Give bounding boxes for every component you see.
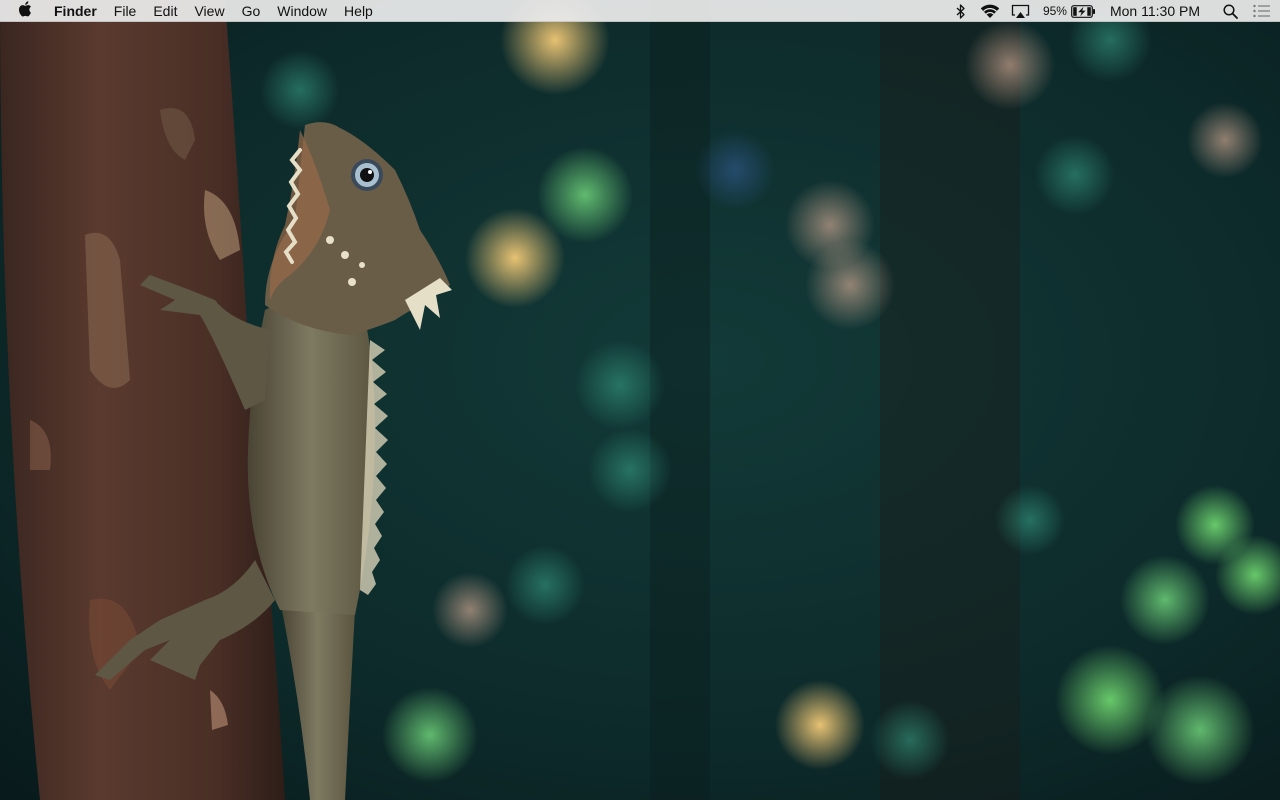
menu-app-name[interactable]: Finder bbox=[42, 0, 105, 22]
menu-edit[interactable]: Edit bbox=[145, 0, 186, 22]
wifi-menu[interactable] bbox=[973, 0, 1007, 22]
desktop[interactable]: Finder File Edit View Go Window Help 95%… bbox=[0, 0, 1280, 800]
menu-view[interactable]: View bbox=[186, 0, 233, 22]
battery-menu[interactable]: 95% bbox=[1035, 0, 1102, 22]
notification-center-button[interactable] bbox=[1244, 0, 1280, 22]
spotlight-button[interactable] bbox=[1216, 0, 1244, 22]
menu-file[interactable]: File bbox=[105, 0, 145, 22]
bluetooth-icon bbox=[956, 3, 966, 19]
menu-window[interactable]: Window bbox=[269, 0, 336, 22]
menu-go[interactable]: Go bbox=[233, 0, 269, 22]
menu-bar: Finder File Edit View Go Window Help 95%… bbox=[0, 0, 1280, 22]
airplay-menu[interactable] bbox=[1007, 0, 1035, 22]
apple-menu-button[interactable] bbox=[0, 0, 42, 22]
search-icon bbox=[1222, 3, 1238, 19]
airplay-icon bbox=[1011, 4, 1030, 19]
wallpaper-image bbox=[0, 0, 1280, 800]
notification-center-icon bbox=[1253, 4, 1271, 18]
bluetooth-menu[interactable] bbox=[949, 0, 973, 22]
menu-help[interactable]: Help bbox=[336, 0, 382, 22]
battery-percent: 95% bbox=[1042, 4, 1067, 18]
menu-clock[interactable]: Mon 11:30 PM bbox=[1102, 0, 1216, 22]
menu-bar-left: Finder File Edit View Go Window Help bbox=[0, 0, 381, 22]
menu-bar-status-area: 95% Mon 11:30 PM bbox=[949, 0, 1280, 22]
apple-logo-icon bbox=[18, 1, 32, 20]
wifi-icon bbox=[980, 4, 1000, 19]
battery-charging-icon bbox=[1071, 4, 1096, 18]
